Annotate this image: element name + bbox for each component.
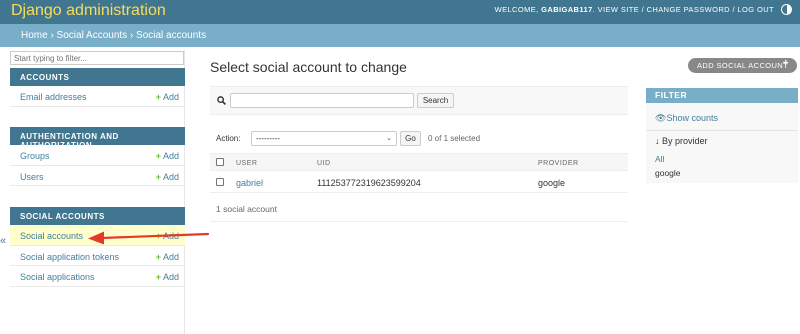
add-label: Add bbox=[162, 171, 179, 182]
arrow-down-icon: ↓ bbox=[655, 136, 660, 146]
action-selected-value: --------- bbox=[256, 134, 280, 143]
row-checkbox[interactable] bbox=[216, 178, 224, 186]
provider-cell: google bbox=[538, 178, 566, 188]
show-counts-link[interactable]: 👁Show counts bbox=[655, 113, 718, 123]
add-label: Add bbox=[162, 151, 179, 161]
eye-icon: 👁 bbox=[655, 113, 667, 123]
module-caption[interactable]: Social Accounts bbox=[10, 207, 185, 225]
paginator-divider bbox=[210, 221, 628, 222]
search-input[interactable] bbox=[230, 93, 414, 108]
filter-choice-google[interactable]: google bbox=[655, 168, 681, 178]
nav-filter-input[interactable] bbox=[10, 51, 184, 65]
sidebar-item-social-applications[interactable]: Social applications + Add bbox=[10, 266, 185, 287]
user-tools: Welcome, gabigab117. View site / Change … bbox=[495, 5, 774, 14]
action-label: Action: bbox=[216, 134, 241, 143]
selection-counter: 0 of 1 selected bbox=[428, 134, 481, 143]
plus-icon: + bbox=[155, 171, 161, 182]
plus-icon: + bbox=[782, 58, 789, 69]
uid-cell: 111253772319623599204 bbox=[317, 178, 421, 188]
module-auth: Authentication and Authorization Groups … bbox=[10, 127, 185, 186]
sidebar-item-users[interactable]: Users + Add bbox=[10, 166, 185, 186]
filter-by-provider-toggle[interactable]: ↓ By provider bbox=[655, 136, 708, 146]
red-arrow-annotation bbox=[88, 231, 210, 245]
module-social-accounts: Social Accounts Social accounts + Add So… bbox=[10, 207, 185, 287]
select-all-checkbox[interactable] bbox=[216, 158, 224, 166]
plus-icon: + bbox=[155, 92, 161, 102]
add-link[interactable]: + Add bbox=[156, 172, 179, 182]
user-link[interactable]: gabriel bbox=[236, 178, 263, 188]
column-header-uid[interactable]: UID bbox=[317, 160, 331, 168]
filter-choice-all[interactable]: All bbox=[655, 154, 664, 164]
result-list: User UID Provider gabriel 11125377231962… bbox=[210, 153, 628, 193]
add-link[interactable]: + Add bbox=[156, 272, 179, 282]
table-row: gabriel 111253772319623599204 google bbox=[210, 171, 628, 193]
user-links[interactable]: . View site / Change password / Log out bbox=[593, 5, 774, 14]
sidebar-collapse-icon[interactable]: « bbox=[0, 236, 6, 247]
site-brand[interactable]: Django administration bbox=[11, 1, 166, 21]
page-title: Select social account to change bbox=[210, 59, 407, 75]
search-icon bbox=[217, 96, 226, 105]
changelist-filter: Filter 👁Show counts ↓ By provider All go… bbox=[646, 88, 798, 183]
filter-caption: Filter bbox=[646, 88, 798, 103]
module-caption[interactable]: Authentication and Authorization bbox=[10, 127, 185, 150]
module-caption[interactable]: Accounts bbox=[10, 68, 185, 86]
sidebar-item-label[interactable]: Email addresses bbox=[20, 92, 87, 102]
module-accounts: Accounts Email addresses + Add bbox=[10, 68, 185, 107]
add-label: Add bbox=[162, 92, 179, 102]
sidebar-item-label[interactable]: Users bbox=[20, 172, 44, 182]
chevron-down-icon: ⌄ bbox=[386, 135, 392, 142]
add-social-account-button[interactable]: Add social account + bbox=[688, 58, 797, 73]
paginator: 1 social account bbox=[216, 204, 277, 214]
action-select[interactable]: --------- ⌄ bbox=[251, 131, 397, 146]
sidebar-item-groups[interactable]: Groups + Add bbox=[10, 145, 185, 166]
add-button-label: Add social account bbox=[697, 61, 789, 70]
column-header-user[interactable]: User bbox=[236, 160, 257, 168]
sidebar-item-label[interactable]: Social application tokens bbox=[20, 252, 119, 262]
table-header: User UID Provider bbox=[210, 153, 628, 171]
column-header-provider[interactable]: Provider bbox=[538, 160, 579, 168]
sidebar-item-label[interactable]: Groups bbox=[20, 151, 50, 161]
theme-toggle-icon[interactable] bbox=[781, 4, 792, 15]
add-link[interactable]: + Add bbox=[156, 151, 179, 161]
add-link[interactable]: + Add bbox=[156, 92, 179, 102]
welcome-prefix: Welcome, bbox=[494, 5, 542, 14]
by-provider-label: By provider bbox=[662, 136, 708, 146]
plus-icon: + bbox=[155, 272, 161, 282]
breadcrumb[interactable]: Home › Social Accounts › Social accounts bbox=[0, 24, 800, 47]
actions-bar: Action: --------- ⌄ Go 0 of 1 selected bbox=[210, 128, 628, 150]
sidebar-item-label[interactable]: Social accounts bbox=[20, 231, 83, 241]
search-toolbar: Search bbox=[210, 86, 628, 115]
sidebar-item-social-application-tokens[interactable]: Social application tokens + Add bbox=[10, 246, 185, 266]
plus-icon: + bbox=[155, 151, 161, 161]
sidebar-item-email-addresses[interactable]: Email addresses + Add bbox=[10, 86, 185, 107]
go-button[interactable]: Go bbox=[400, 131, 421, 146]
add-label: Add bbox=[162, 251, 179, 262]
add-link[interactable]: + Add bbox=[156, 252, 179, 262]
filter-divider bbox=[646, 130, 798, 131]
sidebar-item-label[interactable]: Social applications bbox=[20, 272, 95, 282]
nav-sidebar: Accounts Email addresses + Add Authentic… bbox=[10, 50, 185, 334]
add-label: Add bbox=[162, 272, 179, 282]
username: gabigab117 bbox=[541, 5, 593, 14]
plus-icon: + bbox=[155, 251, 161, 262]
search-button[interactable]: Search bbox=[417, 93, 454, 108]
site-header: Django administration Welcome, gabigab11… bbox=[0, 0, 800, 24]
show-counts-label: Show counts bbox=[666, 113, 718, 123]
